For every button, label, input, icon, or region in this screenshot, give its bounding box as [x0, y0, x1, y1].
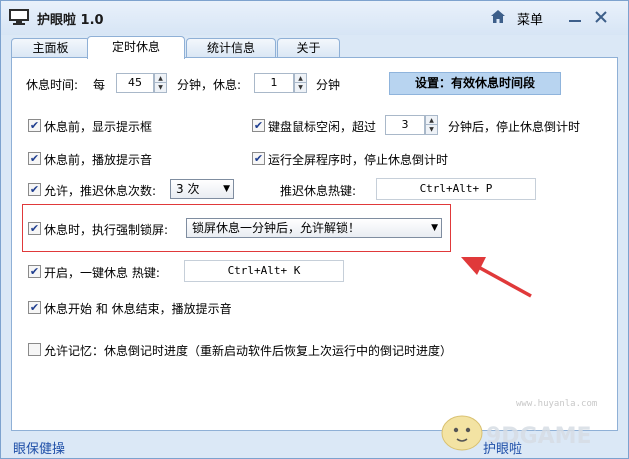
- delay-hotkey-label: 推迟休息热键:: [280, 184, 357, 198]
- work-minutes-input[interactable]: 45: [116, 73, 154, 93]
- force-lock-select[interactable]: 锁屏休息一分钟后，允许解锁！ ▼: [186, 218, 442, 238]
- spinner-up-icon[interactable]: ▲: [426, 116, 437, 125]
- check-icon: ✔: [253, 119, 264, 132]
- fullscreen-stop-checkbox[interactable]: ✔: [252, 152, 265, 165]
- check-icon: ✔: [29, 222, 40, 235]
- tab-main-panel[interactable]: 主面板: [11, 38, 90, 58]
- menu-button[interactable]: 菜单: [517, 9, 543, 28]
- rest-minutes-spinner[interactable]: ▲ ▼: [294, 73, 307, 93]
- check-icon: ✔: [29, 152, 40, 165]
- delay-count-value: 3 次: [176, 182, 200, 196]
- window-title: 护眼啦 1.0: [37, 13, 104, 28]
- idle-minutes-spinner[interactable]: ▲ ▼: [425, 115, 438, 135]
- memory-checkbox[interactable]: [28, 343, 41, 356]
- check-icon: ✔: [253, 152, 264, 165]
- spinner-down-icon[interactable]: ▼: [155, 83, 166, 92]
- play-sound-checkbox[interactable]: ✔: [28, 152, 41, 165]
- play-sound-label: 休息前，播放提示音: [44, 153, 153, 167]
- tab-about[interactable]: 关于: [277, 38, 340, 58]
- tab-statistics[interactable]: 统计信息: [186, 38, 276, 58]
- annotation-arrow-icon: [461, 257, 532, 298]
- rest-minutes-input[interactable]: 1: [254, 73, 294, 93]
- idle-detect-label: 键盘鼠标空闲，超过: [268, 120, 377, 134]
- minutes-label: 分钟: [316, 78, 341, 92]
- fullscreen-stop-label: 运行全屏程序时，停止休息倒计时: [268, 153, 449, 167]
- delay-count-select[interactable]: 3 次 ▼: [170, 179, 234, 199]
- idle-suffix-label: 分钟后，停止休息倒计时: [448, 120, 581, 134]
- idle-detect-checkbox[interactable]: ✔: [252, 119, 265, 132]
- spinner-down-icon[interactable]: ▼: [295, 83, 306, 92]
- tab-scheduled-rest[interactable]: 定时休息: [87, 36, 185, 59]
- show-prompt-checkbox[interactable]: ✔: [28, 119, 41, 132]
- one-key-hotkey-input[interactable]: Ctrl+Alt+ K: [184, 260, 344, 282]
- start-end-sound-label: 休息开始 和 休息结束，播放提示音: [44, 302, 232, 316]
- memory-label: 允许记忆：休息倒记时进度（重新启动软件后恢复上次运行中的倒记时进度）: [44, 344, 453, 358]
- one-key-checkbox[interactable]: ✔: [28, 265, 41, 278]
- idle-minutes-input[interactable]: 3: [385, 115, 425, 135]
- check-icon: ✔: [29, 119, 40, 132]
- monitor-icon: [9, 9, 29, 25]
- force-lock-value: 锁屏休息一分钟后，允许解锁！: [192, 221, 361, 235]
- show-prompt-label: 休息前，显示提示框: [44, 120, 153, 134]
- every-label: 每: [93, 78, 106, 92]
- allow-delay-checkbox[interactable]: ✔: [28, 183, 41, 196]
- allow-delay-label: 允许，推迟休息次数:: [44, 184, 157, 198]
- eye-exercise-link[interactable]: 眼保健操: [13, 438, 65, 457]
- spinner-down-icon[interactable]: ▼: [426, 125, 437, 134]
- home-icon[interactable]: [490, 9, 506, 24]
- force-lock-checkbox[interactable]: ✔: [28, 222, 41, 235]
- start-end-sound-checkbox[interactable]: ✔: [28, 301, 41, 314]
- close-icon[interactable]: [593, 9, 609, 25]
- one-key-label: 开启，一键休息 热键:: [44, 266, 160, 280]
- check-icon: ✔: [29, 301, 40, 314]
- chevron-down-icon[interactable]: ▼: [223, 180, 230, 198]
- app-window: 护眼啦 1.0 菜单 主面板 定时休息 统计信息 关于 休息时间: 每 45 ▲…: [0, 0, 629, 459]
- rest-interval-label: 休息时间:: [26, 78, 79, 92]
- watermark-logo: 9DGAME: [441, 415, 592, 451]
- spinner-up-icon[interactable]: ▲: [155, 74, 166, 83]
- work-minutes-spinner[interactable]: ▲ ▼: [154, 73, 167, 93]
- chevron-down-icon[interactable]: ▼: [431, 219, 438, 237]
- spinner-up-icon[interactable]: ▲: [295, 74, 306, 83]
- check-icon: ✔: [29, 183, 40, 196]
- check-icon: ✔: [29, 265, 40, 278]
- minutes-rest-label: 分钟，休息:: [177, 78, 242, 92]
- effective-rest-period-button[interactable]: 设置：有效休息时间段: [389, 72, 561, 95]
- title-bar: 护眼啦 1.0 菜单: [1, 1, 628, 35]
- minimize-icon[interactable]: [567, 9, 583, 25]
- footer-app-name: 护眼啦: [483, 442, 523, 457]
- force-lock-label: 休息时，执行强制锁屏:: [44, 223, 169, 237]
